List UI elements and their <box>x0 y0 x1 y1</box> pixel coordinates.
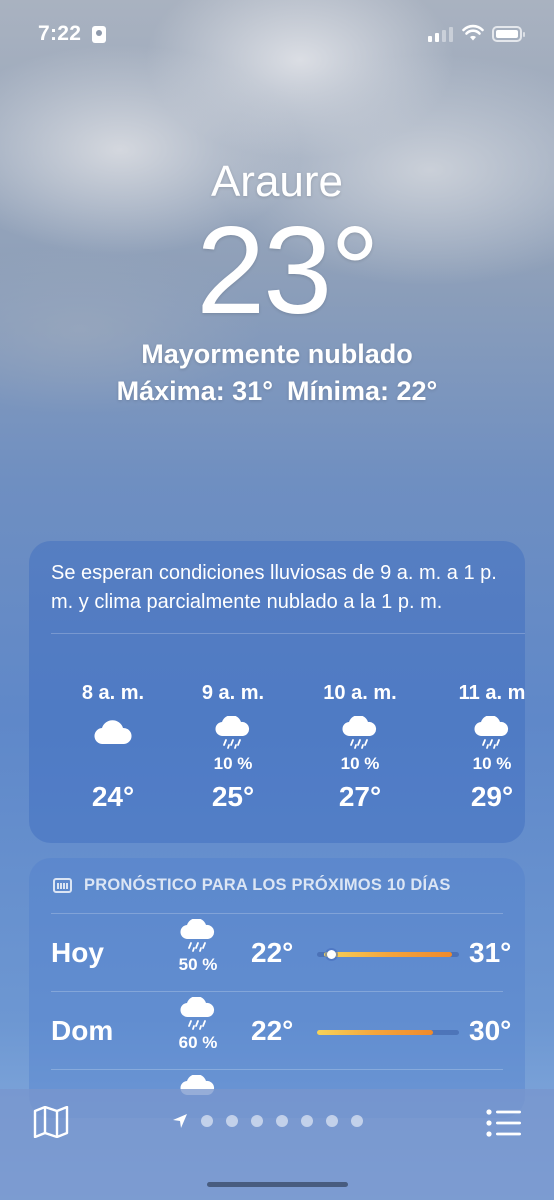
location-arrow-icon <box>173 1114 187 1128</box>
hour-temperature: 27° <box>338 781 382 812</box>
high-temperature: 30° <box>469 1015 512 1046</box>
high-temperature: Máxima: 31° <box>116 376 274 406</box>
temperature-range-bar <box>317 1030 459 1035</box>
high-low: Máxima: 31° Mínima: 22° <box>0 376 554 407</box>
current-weather: Araure 23° Mayormente nublado Máxima: 31… <box>0 155 554 407</box>
low-temperature: 22° <box>251 1015 294 1046</box>
home-indicator[interactable] <box>207 1182 348 1187</box>
temperature-range-bar <box>317 950 459 959</box>
range-fill <box>324 952 452 957</box>
current-temp-marker <box>327 950 337 959</box>
hour-label: 9 a. m. <box>201 682 265 704</box>
list-icon[interactable] <box>486 1109 522 1137</box>
hour-item: 10 a. m. 10 % 27° <box>305 681 415 813</box>
hourly-forecast-card[interactable]: Se esperan condiciones lluviosas de 9 a.… <box>29 541 525 843</box>
precip-chance: 10 % <box>213 754 253 773</box>
cloud-rain-icon <box>178 713 288 753</box>
cellular-signal-icon <box>428 26 453 42</box>
forecast-summary: Se esperan condiciones lluviosas de 9 a.… <box>51 562 497 613</box>
range-fill <box>317 1030 434 1035</box>
precip-chance: 50 % <box>178 955 218 974</box>
precip-chance <box>58 753 168 775</box>
hour-temperature: 25° <box>211 781 255 812</box>
bottom-toolbar <box>0 1089 554 1200</box>
hourly-scroller[interactable]: p. m. 8 a. m. 24° 9 a. m. 10 % 25° 10 a.… <box>29 681 525 841</box>
contact-card-icon <box>92 26 106 43</box>
hour-item-partial: p. m. <box>29 681 39 705</box>
current-temperature: 23° <box>196 202 380 340</box>
precip-chance: 10 % <box>472 754 512 773</box>
page-dot[interactable] <box>301 1115 313 1127</box>
ten-day-forecast-card[interactable]: PRONÓSTICO PARA LOS PRÓXIMOS 10 DÍAS Hoy… <box>29 858 525 1118</box>
wifi-icon <box>462 24 484 41</box>
hour-item: 9 a. m. 10 % 25° <box>178 681 288 813</box>
calendar-icon <box>53 878 72 893</box>
hour-label: 8 a. m. <box>81 682 145 704</box>
cloud-rain-icon <box>305 713 415 753</box>
battery-icon <box>492 26 525 42</box>
ten-day-title: PRONÓSTICO PARA LOS PRÓXIMOS 10 DÍAS <box>84 876 451 894</box>
page-dot[interactable] <box>251 1115 263 1127</box>
ten-day-header: PRONÓSTICO PARA LOS PRÓXIMOS 10 DÍAS <box>29 858 525 895</box>
page-indicator[interactable] <box>172 1113 363 1129</box>
forecast-row-today[interactable]: Hoy 50 % 22° 31° <box>51 913 525 991</box>
cloud-icon <box>58 713 168 753</box>
page-dot[interactable] <box>326 1115 338 1127</box>
high-temperature: 31° <box>469 937 512 968</box>
cloud-rain-icon: 60 % <box>173 996 223 1053</box>
precip-chance: 60 % <box>178 1033 218 1052</box>
city-name: Araure <box>210 157 344 206</box>
page-dot[interactable] <box>276 1115 288 1127</box>
divider <box>51 633 525 634</box>
hour-temperature: 29° <box>470 781 514 812</box>
day-label: Dom <box>51 1015 114 1046</box>
precip-chance: 10 % <box>340 754 380 773</box>
day-label: Hoy <box>51 937 104 968</box>
hour-item: 11 a. m 10 % 29° <box>437 681 525 813</box>
forecast-row-sunday[interactable]: Dom 60 % 22° 30° <box>51 991 525 1069</box>
low-temperature: 22° <box>251 937 294 968</box>
hour-label: 10 a. m. <box>323 682 397 704</box>
status-bar: 7:22 <box>0 0 554 60</box>
hour-item: 8 a. m. 24° <box>58 681 168 813</box>
low-temperature: Mínima: 22° <box>287 376 438 406</box>
page-dot[interactable] <box>226 1115 238 1127</box>
cloud-rain-icon <box>437 713 525 753</box>
map-icon[interactable] <box>33 1106 69 1138</box>
status-time: 7:22 <box>38 22 82 45</box>
cloud-rain-icon: 50 % <box>173 918 223 975</box>
page-dot[interactable] <box>351 1115 363 1127</box>
page-dot[interactable] <box>201 1115 213 1127</box>
hour-temperature: 24° <box>91 781 135 812</box>
hour-label: 11 a. m <box>458 682 525 704</box>
current-condition: Mayormente nublado <box>141 339 413 369</box>
